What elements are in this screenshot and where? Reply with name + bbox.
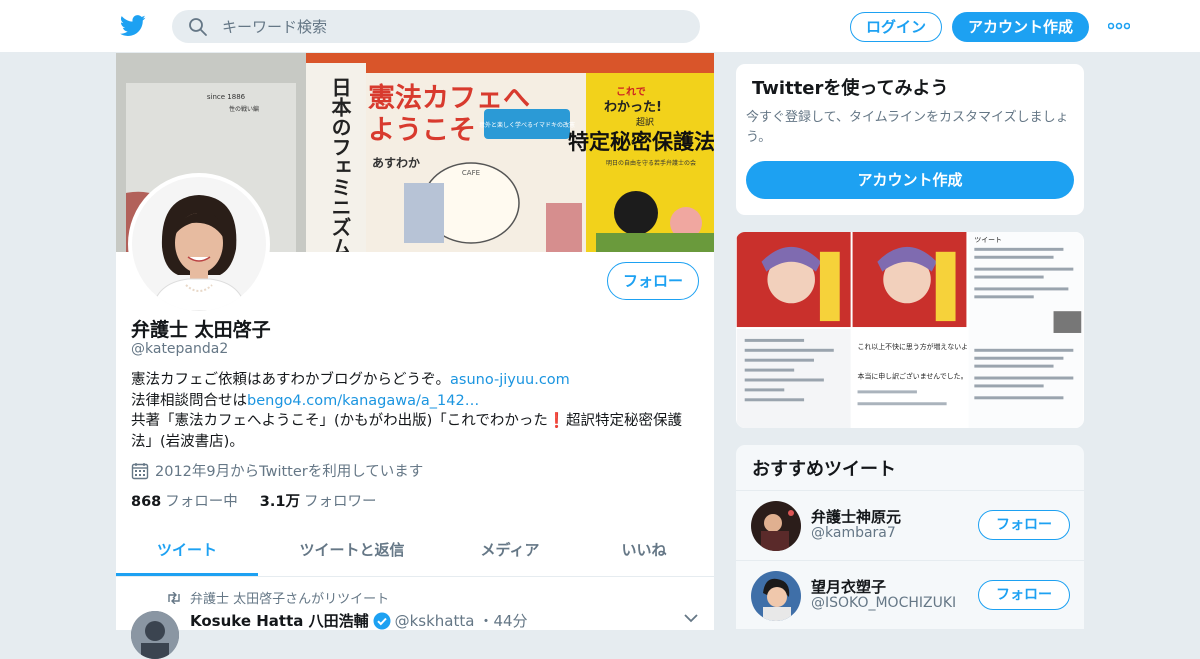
- tab-tweets[interactable]: ツイート: [116, 527, 258, 576]
- tweet-author-name[interactable]: Kosuke Hatta 八田浩輔: [190, 610, 369, 631]
- calendar-icon: [131, 462, 149, 479]
- tab-likes[interactable]: いいね: [574, 527, 714, 576]
- recommended-name[interactable]: 望月衣塑子: [811, 576, 886, 597]
- recommended-title: おすすめツイート: [752, 459, 896, 480]
- bio-line-2: 法律相談問合せは: [131, 392, 247, 409]
- profile-tabs: ツイート ツイートと返信 メディア いいね: [116, 527, 714, 577]
- twitter-logo-icon[interactable]: [120, 14, 146, 38]
- banner-book3-top2: わかった!: [604, 100, 662, 115]
- profile-handle[interactable]: @katepanda2: [131, 341, 228, 357]
- tab-tweets-and-replies[interactable]: ツイートと返信: [258, 527, 446, 576]
- recommended-avatar[interactable]: [751, 501, 801, 551]
- bio-link-bengo4[interactable]: bengo4.com/kanagawa/a_142…: [247, 393, 479, 409]
- media-thumbnails[interactable]: これ以上不快に思う方が増えないよう削除、非公開させていただきます。 本当に申し訳…: [735, 231, 1085, 429]
- followers-stat[interactable]: 3.1万 フォロワー: [260, 490, 377, 511]
- bio-line-3a: 共著「憲法カフェへようこそ」(かもがわ出版)「これでわかった: [131, 413, 548, 429]
- promo-description: 今すぐ登録して、タイムラインをカスタマイズしましょう。: [746, 110, 1069, 145]
- recommended-handle[interactable]: @ISOKO_MOCHIZUKI: [811, 595, 956, 611]
- banner-book2-author: あすわか: [372, 156, 420, 170]
- banner-book3-top: これで: [616, 86, 646, 98]
- recommended-follow-button[interactable]: フォロー: [978, 510, 1070, 540]
- tweet-author-handle[interactable]: @kskhatta: [395, 612, 475, 630]
- following-label: フォロー中: [165, 494, 238, 510]
- chevron-down-icon[interactable]: [684, 613, 698, 623]
- promo-title: Twitterを使ってみよう: [752, 78, 949, 99]
- tab-media[interactable]: メディア: [446, 527, 574, 576]
- recommended-handle[interactable]: @kambara7: [811, 525, 896, 541]
- profile-avatar[interactable]: [128, 173, 270, 315]
- profile-column: since 1886 性の戦い編 日本のフェミニズム 憲法カフェへ ようこそ 意…: [116, 53, 714, 659]
- recommended-avatar[interactable]: [751, 571, 801, 621]
- banner-book3-sub: 明日の自由を守る若手弁護士の会: [606, 159, 696, 167]
- search-input[interactable]: [222, 10, 682, 43]
- banner-book1-sub: 性の戦い編: [229, 105, 259, 113]
- recommended-item[interactable]: 望月衣塑子 @ISOKO_MOCHIZUKI フォロー: [736, 560, 1084, 629]
- verified-badge-icon: [373, 612, 391, 629]
- retweet-context: 弁護士 太田啓子さんがリツイート: [166, 588, 389, 607]
- retweet-context-text: 弁護士 太田啓子さんがリツイート: [190, 592, 390, 607]
- banner-book2-title-b: ようこそ: [368, 115, 476, 146]
- exclamation-emoji: ❗: [547, 413, 566, 429]
- follow-button[interactable]: フォロー: [607, 262, 699, 300]
- banner-book1-since: since 1886: [207, 93, 246, 101]
- joined-text: 2012年9月からTwitterを利用しています: [155, 464, 424, 480]
- profile-name: 弁護士 太田啓子: [131, 319, 271, 341]
- banner-book3-label: 超訳: [636, 116, 654, 128]
- tweet-author-avatar[interactable]: [131, 611, 179, 659]
- media-thumb-label: ツイート: [974, 236, 1002, 244]
- retweet-icon: [168, 591, 180, 604]
- top-navigation-bar: ログイン アカウント作成: [0, 0, 1200, 53]
- signup-promo-card: Twitterを使ってみよう 今すぐ登録して、タイムラインをカスタマイズしましょ…: [735, 63, 1085, 216]
- login-button[interactable]: ログイン: [850, 12, 942, 42]
- banner-book1-spine: 日本のフェミニズム: [328, 77, 352, 252]
- banner-book2-cafe: CAFE: [462, 169, 480, 177]
- tweet-time[interactable]: ・44分: [478, 610, 527, 631]
- profile-bio: 憲法カフェご依頼はあすわかブログからどうぞ。asuno-jiyuu.com 法律…: [131, 370, 701, 452]
- following-stat[interactable]: 868 フォロー中: [131, 490, 238, 511]
- banner-book2-badge: 意外と楽しく学べるイマドキの改憲: [479, 121, 575, 129]
- recommended-item[interactable]: 弁護士神原元 @kambara7 フォロー: [736, 490, 1084, 560]
- search-icon: [189, 18, 207, 36]
- promo-signup-button[interactable]: アカウント作成: [746, 161, 1074, 199]
- profile-stats: 868 フォロー中 3.1万 フォロワー: [131, 490, 376, 511]
- recommended-follow-button[interactable]: フォロー: [978, 580, 1070, 610]
- joined-date: 2012年9月からTwitterを利用しています: [131, 460, 423, 481]
- followers-count: 3.1万: [259, 494, 300, 510]
- recommended-accounts: おすすめツイート 弁護士神原元 @kambara7 フォロー 望月衣塑子 @IS…: [735, 444, 1085, 630]
- more-options-icon[interactable]: [1108, 22, 1130, 30]
- tweet-header: Kosuke Hatta 八田浩輔 @kskhatta ・44分: [190, 610, 528, 631]
- following-count: 868: [131, 494, 162, 510]
- search-box[interactable]: [172, 10, 700, 43]
- signup-button[interactable]: アカウント作成: [952, 12, 1089, 42]
- bio-line-1: 憲法カフェご依頼はあすわかブログからどうぞ。: [131, 372, 450, 388]
- media-thumb-text-2: 本当に申し訳ございませんでした。: [858, 372, 968, 381]
- recommended-name[interactable]: 弁護士神原元: [811, 506, 901, 527]
- bio-link-blog[interactable]: asuno-jiyuu.com: [450, 372, 570, 388]
- followers-label: フォロワー: [303, 494, 377, 510]
- banner-book3-title: 特定秘密保護法: [568, 130, 714, 154]
